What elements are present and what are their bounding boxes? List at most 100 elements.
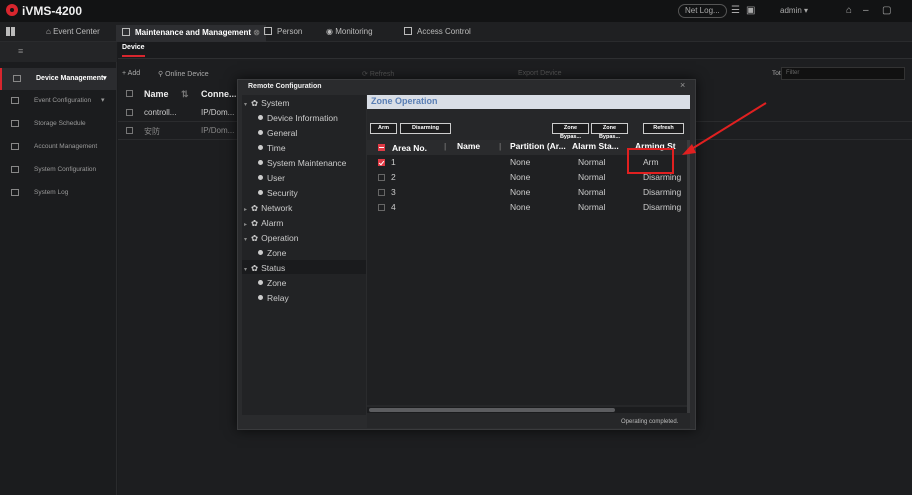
row-checkbox[interactable] (126, 109, 133, 116)
gear-icon: ✿ (251, 203, 259, 213)
modules-grid-icon[interactable] (6, 27, 15, 36)
row-checkbox[interactable] (378, 189, 385, 196)
refresh-button[interactable]: ⟳ Refresh (362, 70, 394, 78)
sidebar-collapse[interactable]: ≡ (0, 42, 117, 62)
partition: None (510, 202, 531, 212)
minimize-icon[interactable]: – (863, 5, 869, 16)
online-device-label: Online Device (165, 71, 209, 78)
tree-node-user[interactable]: User (258, 173, 285, 183)
export-device-button[interactable]: Export Device (518, 70, 562, 77)
row-checkbox[interactable] (126, 127, 133, 134)
gear-icon: ✿ (251, 218, 259, 228)
dialog-title: Remote Configuration (248, 83, 322, 90)
alarm-status: Normal (578, 187, 606, 197)
row-checkbox[interactable] (378, 204, 385, 211)
access-control-icon (404, 27, 412, 35)
menu-icon: ≡ (18, 46, 24, 56)
tree-node-status[interactable]: ▾ ✿ Status (244, 263, 285, 274)
sidebar-item-storage-schedule[interactable]: Storage Schedule (0, 113, 117, 135)
row-checkbox[interactable] (378, 159, 385, 166)
column-name[interactable]: Name (144, 89, 169, 99)
sidebar-item-account-management[interactable]: Account Management (0, 136, 117, 158)
user-menu[interactable]: admin ▾ (780, 6, 808, 15)
maximize-icon[interactable]: ▢ (882, 5, 891, 16)
chevron-down-icon: ▾ (103, 75, 107, 82)
tree-node-security[interactable]: Security (258, 188, 298, 198)
select-all-checkbox[interactable] (126, 90, 133, 97)
config-tree: ▾ ✿ System Device Information General Time… (242, 95, 366, 415)
zone-bypass-recover-button[interactable]: Zone Bypas... (591, 123, 628, 140)
tree-node-label: System (261, 98, 290, 108)
close-icon[interactable]: × (680, 80, 685, 90)
tab-maintenance[interactable]: Maintenance and Management ⊗ (116, 25, 266, 42)
tree-node-device-information[interactable]: Device Information (258, 113, 338, 123)
tree-node-status-zone[interactable]: Zone (258, 278, 286, 288)
tree-node-operation[interactable]: ▾ ✿ Operation (244, 233, 298, 244)
tab-person[interactable]: Person (264, 26, 302, 40)
close-tab-icon[interactable]: ⊗ (253, 28, 260, 37)
table-row[interactable]: 4 None Normal Disarming (367, 202, 687, 214)
list-icon[interactable]: ☰ (731, 5, 740, 16)
annotation-highlight-box (627, 148, 674, 174)
tab-device[interactable]: Device (122, 44, 145, 57)
network-status-button[interactable]: Net Log... (678, 4, 727, 18)
column-alarm-status[interactable]: Alarm Sta... (572, 141, 619, 151)
horizontal-scrollbar[interactable] (367, 407, 687, 413)
bullet-icon (258, 175, 263, 180)
tree-node-alarm[interactable]: ▸ ✿ Alarm (244, 218, 283, 229)
column-connection[interactable]: Conne... (201, 89, 237, 99)
arm-button[interactable]: Arm (370, 123, 397, 134)
sidebar-item-system-configuration[interactable]: System Configuration (0, 159, 117, 181)
device-name: 安防 (144, 127, 160, 136)
column-partition[interactable]: Partition (Ar... (510, 141, 566, 151)
tree-node-relay[interactable]: Relay (258, 293, 289, 303)
tab-access-control[interactable]: Access Control (404, 26, 471, 40)
caret-down-icon: ▾ (244, 237, 248, 243)
sort-icon[interactable]: ⇅ (181, 89, 189, 100)
online-device-button[interactable]: ⚲ Online Device (158, 70, 209, 78)
column-name[interactable]: Name (457, 141, 480, 151)
bullet-icon (258, 250, 263, 255)
sidebar-item-event-configuration[interactable]: Event Configuration ▾ (0, 90, 117, 112)
tree-node-network[interactable]: ▸ ✿ Network (244, 203, 292, 214)
zone-bypass-button[interactable]: Zone Bypas... (552, 123, 589, 140)
tree-node-general[interactable]: General (258, 128, 297, 138)
bullet-icon (258, 295, 263, 300)
tree-node-zone-operation[interactable]: Zone (258, 248, 286, 258)
refresh-button[interactable]: Refresh (643, 123, 684, 134)
tree-node-system-maintenance[interactable]: System Maintenance (258, 158, 346, 168)
tree-node-time[interactable]: Time (258, 143, 286, 153)
column-area-no[interactable]: Area No. (392, 143, 427, 153)
tree-node-label: Time (267, 143, 286, 153)
add-button[interactable]: + Add (122, 70, 140, 77)
gear-icon: ✿ (251, 263, 259, 273)
tab-event-center[interactable]: ⌂ Event Center (46, 26, 100, 40)
sidebar-item-device-management[interactable]: Device Management ▾ (0, 68, 117, 90)
add-label: Add (127, 70, 141, 77)
sidebar-item-label: Event Configuration (34, 97, 92, 104)
bullet-icon (258, 190, 263, 195)
row-checkbox[interactable] (378, 174, 385, 181)
message-icon[interactable]: ▣ (746, 5, 755, 16)
subtab-bar: Device (118, 42, 912, 59)
alarm-status: Normal (578, 202, 606, 212)
disarming-button[interactable]: Disarming (400, 123, 451, 134)
partition: None (510, 157, 531, 167)
filter-input[interactable]: Filter (781, 67, 905, 80)
partition: None (510, 172, 531, 182)
area-no: 2 (391, 172, 396, 182)
select-all-checkbox[interactable] (378, 144, 385, 151)
tab-monitoring[interactable]: ◉ Monitoring (326, 26, 373, 40)
tree-node-label: Device Information (267, 113, 338, 123)
table-row[interactable]: 3 None Normal Disarming (367, 187, 687, 199)
tree-node-system[interactable]: ▾ ✿ System (244, 98, 289, 109)
scrollbar-thumb[interactable] (369, 408, 615, 412)
bullet-icon (258, 280, 263, 285)
lock-icon[interactable]: ⌂ (846, 5, 852, 16)
sidebar-item-system-log[interactable]: System Log (0, 182, 117, 204)
maintenance-icon (122, 28, 130, 36)
vertical-scrollbar[interactable] (687, 140, 690, 413)
gear-icon: ✿ (251, 98, 259, 108)
sidebar: ≡ Device Management ▾ Event Configuration… (0, 42, 117, 495)
caret-right-icon: ▸ (244, 207, 248, 213)
